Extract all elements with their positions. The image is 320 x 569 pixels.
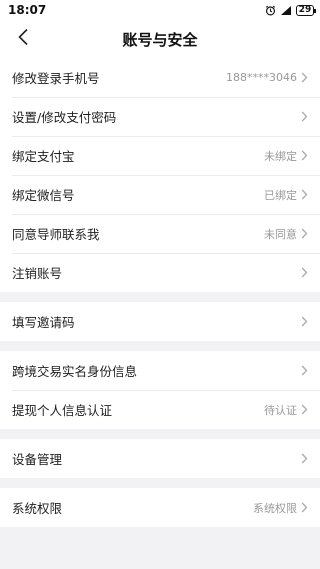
- settings-row-value: 系统权限: [253, 501, 297, 515]
- settings-row-right: 未同意: [264, 226, 308, 242]
- settings-row[interactable]: 注销账号: [0, 253, 320, 292]
- settings-row[interactable]: 设备管理: [0, 439, 320, 478]
- status-bar: 18:07 29: [0, 0, 320, 20]
- back-button[interactable]: [10, 26, 36, 52]
- chevron-right-icon: [301, 228, 308, 239]
- top-bar: 账号与安全: [0, 20, 320, 58]
- group-separator: [0, 429, 320, 439]
- chevron-right-icon: [301, 111, 308, 122]
- settings-row[interactable]: 填写邀请码: [0, 302, 320, 341]
- chevron-right-icon: [301, 404, 308, 415]
- settings-row-right: 系统权限: [253, 500, 308, 516]
- settings-row-right: [301, 316, 308, 327]
- chevron-right-icon: [301, 72, 308, 83]
- settings-row-value: 待认证: [264, 403, 297, 417]
- chevron-right-icon: [301, 502, 308, 513]
- chevron-right-icon: [301, 150, 308, 161]
- settings-row-label: 设置/修改支付密码: [12, 110, 117, 125]
- settings-row-label: 绑定微信号: [12, 188, 75, 203]
- status-time: 18:07: [8, 3, 47, 17]
- settings-group: 跨境交易实名身份信息 提现个人信息认证 待认证: [0, 351, 320, 429]
- settings-row-label: 跨境交易实名身份信息: [12, 364, 138, 379]
- settings-row-right: [301, 453, 308, 464]
- settings-row[interactable]: 修改登录手机号 188****3046: [0, 58, 320, 97]
- settings-row-label: 绑定支付宝: [12, 149, 75, 164]
- battery-level: 29: [298, 5, 312, 15]
- settings-row-label: 设备管理: [12, 452, 63, 467]
- settings-row-value: 已绑定: [264, 188, 297, 202]
- settings-row-label: 注销账号: [12, 266, 63, 281]
- settings-group: 设备管理: [0, 439, 320, 478]
- settings-row[interactable]: 跨境交易实名身份信息: [0, 351, 320, 390]
- chevron-right-icon: [301, 365, 308, 376]
- settings-row-value: 未绑定: [264, 149, 297, 163]
- alarm-icon: [265, 5, 276, 16]
- group-separator: [0, 478, 320, 488]
- battery-icon: 29: [296, 4, 316, 16]
- settings-row-label: 系统权限: [12, 501, 63, 516]
- chevron-right-icon: [301, 453, 308, 464]
- group-separator: [0, 292, 320, 302]
- settings-row-label: 提现个人信息认证: [12, 403, 113, 418]
- settings-list: 修改登录手机号 188****3046 设置/修改支付密码 绑定支付宝 未绑定绑定微信号…: [0, 58, 320, 527]
- settings-row-right: 待认证: [264, 402, 308, 418]
- settings-group: 系统权限 系统权限: [0, 488, 320, 527]
- settings-row[interactable]: 设置/修改支付密码: [0, 97, 320, 136]
- status-icons: 29: [265, 4, 316, 16]
- settings-row-value: 未同意: [264, 227, 297, 241]
- settings-group: 修改登录手机号 188****3046 设置/修改支付密码 绑定支付宝 未绑定绑定微信号…: [0, 58, 320, 292]
- settings-row[interactable]: 提现个人信息认证 待认证: [0, 390, 320, 429]
- settings-row[interactable]: 绑定微信号 已绑定: [0, 175, 320, 214]
- settings-row[interactable]: 同意导师联系我 未同意: [0, 214, 320, 253]
- settings-row[interactable]: 系统权限 系统权限: [0, 488, 320, 527]
- settings-row-right: 已绑定: [264, 187, 308, 203]
- settings-row-value: 188****3046: [226, 71, 297, 84]
- settings-row-label: 同意导师联系我: [12, 227, 100, 242]
- chevron-right-icon: [301, 189, 308, 200]
- settings-row-right: 188****3046: [226, 71, 308, 84]
- chevron-right-icon: [301, 316, 308, 327]
- settings-row-right: [301, 267, 308, 278]
- page-title: 账号与安全: [122, 30, 198, 49]
- chevron-right-icon: [301, 267, 308, 278]
- group-separator: [0, 341, 320, 351]
- signal-icon: [280, 5, 292, 16]
- settings-row-label: 修改登录手机号: [12, 71, 100, 86]
- settings-row-right: [301, 111, 308, 122]
- settings-group: 填写邀请码: [0, 302, 320, 341]
- settings-row[interactable]: 绑定支付宝 未绑定: [0, 136, 320, 175]
- settings-row-label: 填写邀请码: [12, 315, 75, 330]
- settings-row-right: [301, 365, 308, 376]
- back-arrow-icon: [17, 28, 29, 50]
- settings-row-right: 未绑定: [264, 148, 308, 164]
